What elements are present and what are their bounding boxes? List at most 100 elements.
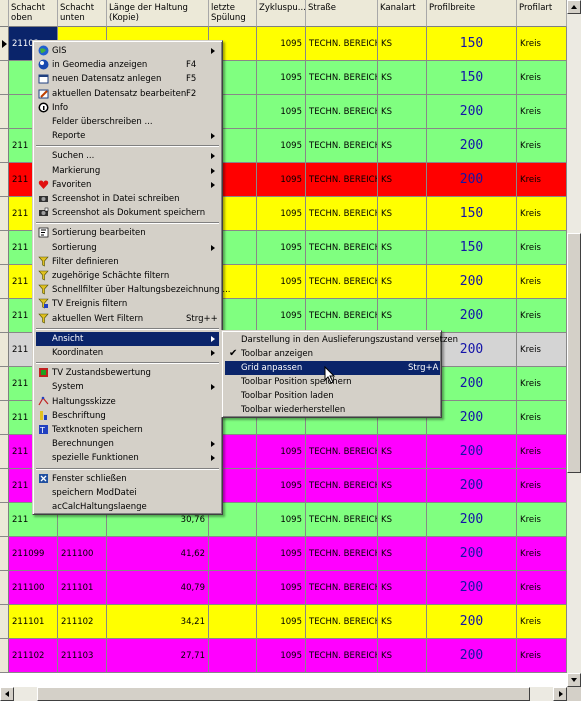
menu-item-fenster-schließen[interactable]: Fenster schließen: [36, 472, 219, 486]
cell-zykluspu[interactable]: 1095: [257, 299, 306, 333]
row-indicator[interactable]: [0, 231, 9, 265]
row-indicator[interactable]: [0, 571, 9, 605]
cell-kanalart[interactable]: KS: [378, 265, 427, 299]
menu-item-in-geomedia-anzeigen[interactable]: in Geomedia anzeigen F4: [36, 58, 219, 72]
cell-strasse[interactable]: TECHN. BEREICH: [306, 197, 378, 231]
cell-profilart[interactable]: Kreis: [517, 401, 567, 435]
cell-profilbreite[interactable]: 150: [427, 197, 517, 231]
header-col-kanalart[interactable]: Kanalart: [378, 0, 427, 27]
menu-item-suchen[interactable]: Suchen ...: [36, 149, 219, 163]
cell-profilart[interactable]: Kreis: [517, 299, 567, 333]
cell-zykluspu[interactable]: 1095: [257, 61, 306, 95]
cell-kanalart[interactable]: KS: [378, 299, 427, 333]
row-indicator[interactable]: [0, 95, 9, 129]
row-indicator[interactable]: [0, 367, 9, 401]
cell-schacht-oben[interactable]: 211101: [9, 605, 58, 639]
menu-item-beschriftung[interactable]: Beschriftung: [36, 409, 219, 423]
cell-letzte-spuelung[interactable]: [209, 537, 257, 571]
cell-strasse[interactable]: TECHN. BEREICH: [306, 639, 378, 673]
row-indicator[interactable]: [0, 401, 9, 435]
cell-strasse[interactable]: TECHN. BEREICH: [306, 605, 378, 639]
cell-laenge[interactable]: 41,62: [107, 537, 209, 571]
cell-kanalart[interactable]: KS: [378, 163, 427, 197]
cell-strasse[interactable]: TECHN. BEREICH: [306, 27, 378, 61]
cell-profilbreite[interactable]: 200: [427, 95, 517, 129]
cell-kanalart[interactable]: KS: [378, 231, 427, 265]
cell-zykluspu[interactable]: 1095: [257, 95, 306, 129]
cell-kanalart[interactable]: KS: [378, 537, 427, 571]
menu-item-info[interactable]: Info: [36, 101, 219, 115]
cell-profilbreite[interactable]: 200: [427, 469, 517, 503]
cell-kanalart[interactable]: KS: [378, 571, 427, 605]
header-col-laenge[interactable]: Länge der Haltung (Kopie): [107, 0, 209, 27]
header-col-profilart[interactable]: Profilart: [517, 0, 567, 27]
cell-zykluspu[interactable]: 1095: [257, 537, 306, 571]
scroll-right-button[interactable]: [553, 687, 567, 701]
menu-item-zugehörige-schächte-filtern[interactable]: zugehörige Schächte filtern: [36, 269, 219, 283]
cell-kanalart[interactable]: KS: [378, 61, 427, 95]
cell-profilart[interactable]: Kreis: [517, 605, 567, 639]
cell-profilart[interactable]: Kreis: [517, 537, 567, 571]
cell-zykluspu[interactable]: 1095: [257, 197, 306, 231]
cell-profilbreite[interactable]: 200: [427, 537, 517, 571]
cell-letzte-spuelung[interactable]: [209, 639, 257, 673]
menu-item-spezielle-funktionen[interactable]: spezielle Funktionen: [36, 451, 219, 465]
cell-profilbreite[interactable]: 200: [427, 129, 517, 163]
cell-strasse[interactable]: TECHN. BEREICH: [306, 163, 378, 197]
header-col-zykluspu[interactable]: Zykluspu...: [257, 0, 306, 27]
cell-zykluspu[interactable]: 1095: [257, 571, 306, 605]
menu-item-gis[interactable]: GIS: [36, 44, 219, 58]
cell-profilart[interactable]: Kreis: [517, 639, 567, 673]
cell-profilbreite[interactable]: 200: [427, 605, 517, 639]
cell-profilart[interactable]: Kreis: [517, 61, 567, 95]
row-indicator[interactable]: [0, 299, 9, 333]
menu-item-speichern-moddatei[interactable]: speichern ModDatei: [36, 486, 219, 500]
cell-zykluspu[interactable]: 1095: [257, 503, 306, 537]
menu-item-screenshot-als-dokument-speichern[interactable]: Screenshot als Dokument speichern: [36, 206, 219, 220]
table-row[interactable]: 211099 211100 41,62 1095 TECHN. BEREICH KS 200…: [0, 537, 567, 571]
cell-profilart[interactable]: Kreis: [517, 333, 567, 367]
cell-profilbreite[interactable]: 200: [427, 299, 517, 333]
row-indicator[interactable]: [0, 435, 9, 469]
menu-item-haltungsskizze[interactable]: Haltungsskizze: [36, 395, 219, 409]
scroll-up-button[interactable]: [567, 0, 581, 14]
cell-laenge[interactable]: 40,79: [107, 571, 209, 605]
menu-item-neuen-datensatz-anlegen[interactable]: neuen Datensatz anlegen F5: [36, 72, 219, 86]
cell-kanalart[interactable]: KS: [378, 129, 427, 163]
cell-strasse[interactable]: TECHN. BEREICH: [306, 571, 378, 605]
row-indicator[interactable]: [0, 503, 9, 537]
menu-item-koordinaten[interactable]: Koordinaten: [36, 346, 219, 360]
cell-profilart[interactable]: Kreis: [517, 503, 567, 537]
row-indicator[interactable]: [0, 265, 9, 299]
header-col-schacht-oben[interactable]: Schacht oben: [9, 0, 58, 27]
header-row-indicator[interactable]: [0, 0, 9, 27]
cell-letzte-spuelung[interactable]: [209, 605, 257, 639]
horizontal-scrollbar[interactable]: [0, 687, 567, 701]
row-indicator[interactable]: [0, 27, 9, 61]
cell-zykluspu[interactable]: 1095: [257, 435, 306, 469]
table-row[interactable]: 211102 211103 27,71 1095 TECHN. BEREICH KS 200…: [0, 639, 567, 673]
cell-profilart[interactable]: Kreis: [517, 197, 567, 231]
cell-kanalart[interactable]: KS: [378, 605, 427, 639]
cell-profilart[interactable]: Kreis: [517, 435, 567, 469]
row-indicator[interactable]: [0, 639, 9, 673]
cell-schacht-unten[interactable]: 211103: [58, 639, 107, 673]
header-col-letzte-spuelung[interactable]: letzte Spülung: [209, 0, 257, 27]
cell-schacht-unten[interactable]: 211101: [58, 571, 107, 605]
menu-item-sortierung-bearbeiten[interactable]: Sortierung bearbeiten: [36, 226, 219, 240]
cell-zykluspu[interactable]: 1095: [257, 163, 306, 197]
cell-profilart[interactable]: Kreis: [517, 571, 567, 605]
cell-strasse[interactable]: TECHN. BEREICH: [306, 299, 378, 333]
cell-strasse[interactable]: TECHN. BEREICH: [306, 503, 378, 537]
header-col-profilbreite[interactable]: Profilbreite: [427, 0, 517, 27]
cell-zykluspu[interactable]: 1095: [257, 231, 306, 265]
cell-strasse[interactable]: TECHN. BEREICH: [306, 95, 378, 129]
table-row[interactable]: 211100 211101 40,79 1095 TECHN. BEREICH KS 200…: [0, 571, 567, 605]
menu-item-system[interactable]: System: [36, 380, 219, 394]
menu-item-tv-zustandsbewertung[interactable]: TV Zustandsbewertung: [36, 366, 219, 380]
cell-profilbreite[interactable]: 200: [427, 639, 517, 673]
cell-profilbreite[interactable]: 200: [427, 265, 517, 299]
row-indicator[interactable]: [0, 333, 9, 367]
cell-letzte-spuelung[interactable]: [209, 571, 257, 605]
row-indicator[interactable]: [0, 61, 9, 95]
